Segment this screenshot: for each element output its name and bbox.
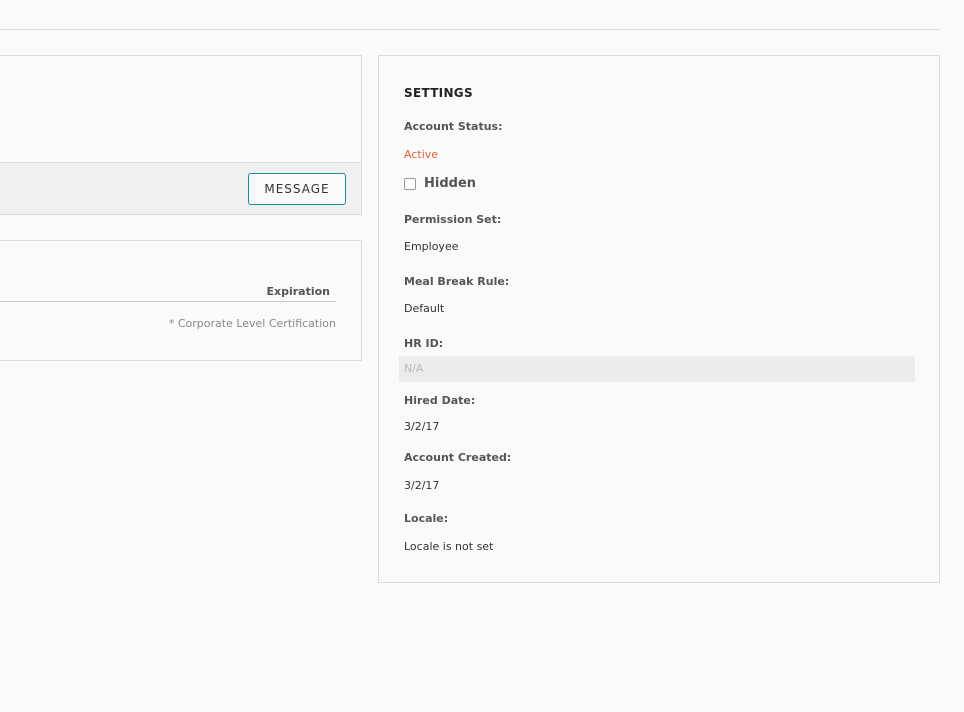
hr-id-label: HR ID: xyxy=(404,337,444,350)
top-divider xyxy=(0,29,941,30)
permission-set-value[interactable]: Employee xyxy=(404,240,458,253)
meal-break-rule-value[interactable]: Default xyxy=(404,302,444,315)
hired-date-label: Hired Date: xyxy=(404,394,476,407)
hidden-checkbox[interactable] xyxy=(404,177,416,190)
hidden-label: Hidden xyxy=(424,176,477,191)
account-created-label: Account Created: xyxy=(404,451,512,464)
message-button[interactable]: MESSAGE xyxy=(248,173,346,205)
account-created-value: 3/2/17 xyxy=(404,479,440,492)
hr-id-field[interactable]: N/A xyxy=(399,356,915,382)
account-status-value[interactable]: Active xyxy=(404,148,438,161)
settings-title: SETTINGS xyxy=(404,86,473,100)
certifications-panel: Expiration * Corporate Level Certificati… xyxy=(0,240,362,361)
profile-panel: MESSAGE xyxy=(0,55,362,215)
corporate-certification-note: * Corporate Level Certification xyxy=(168,317,336,330)
meal-break-rule-label: Meal Break Rule: xyxy=(404,275,510,288)
hired-date-value[interactable]: 3/2/17 xyxy=(404,420,439,433)
expiration-column-header[interactable]: Expiration xyxy=(0,285,336,302)
hidden-toggle[interactable]: Hidden xyxy=(404,176,476,191)
locale-label: Locale: xyxy=(404,512,449,525)
permission-set-label: Permission Set: xyxy=(404,213,502,226)
locale-value[interactable]: Locale is not set xyxy=(404,540,493,553)
profile-actions-bar: MESSAGE xyxy=(0,162,361,214)
account-status-label: Account Status: xyxy=(404,120,503,133)
settings-panel: SETTINGS Account Status: Active Hidden P… xyxy=(378,55,940,583)
